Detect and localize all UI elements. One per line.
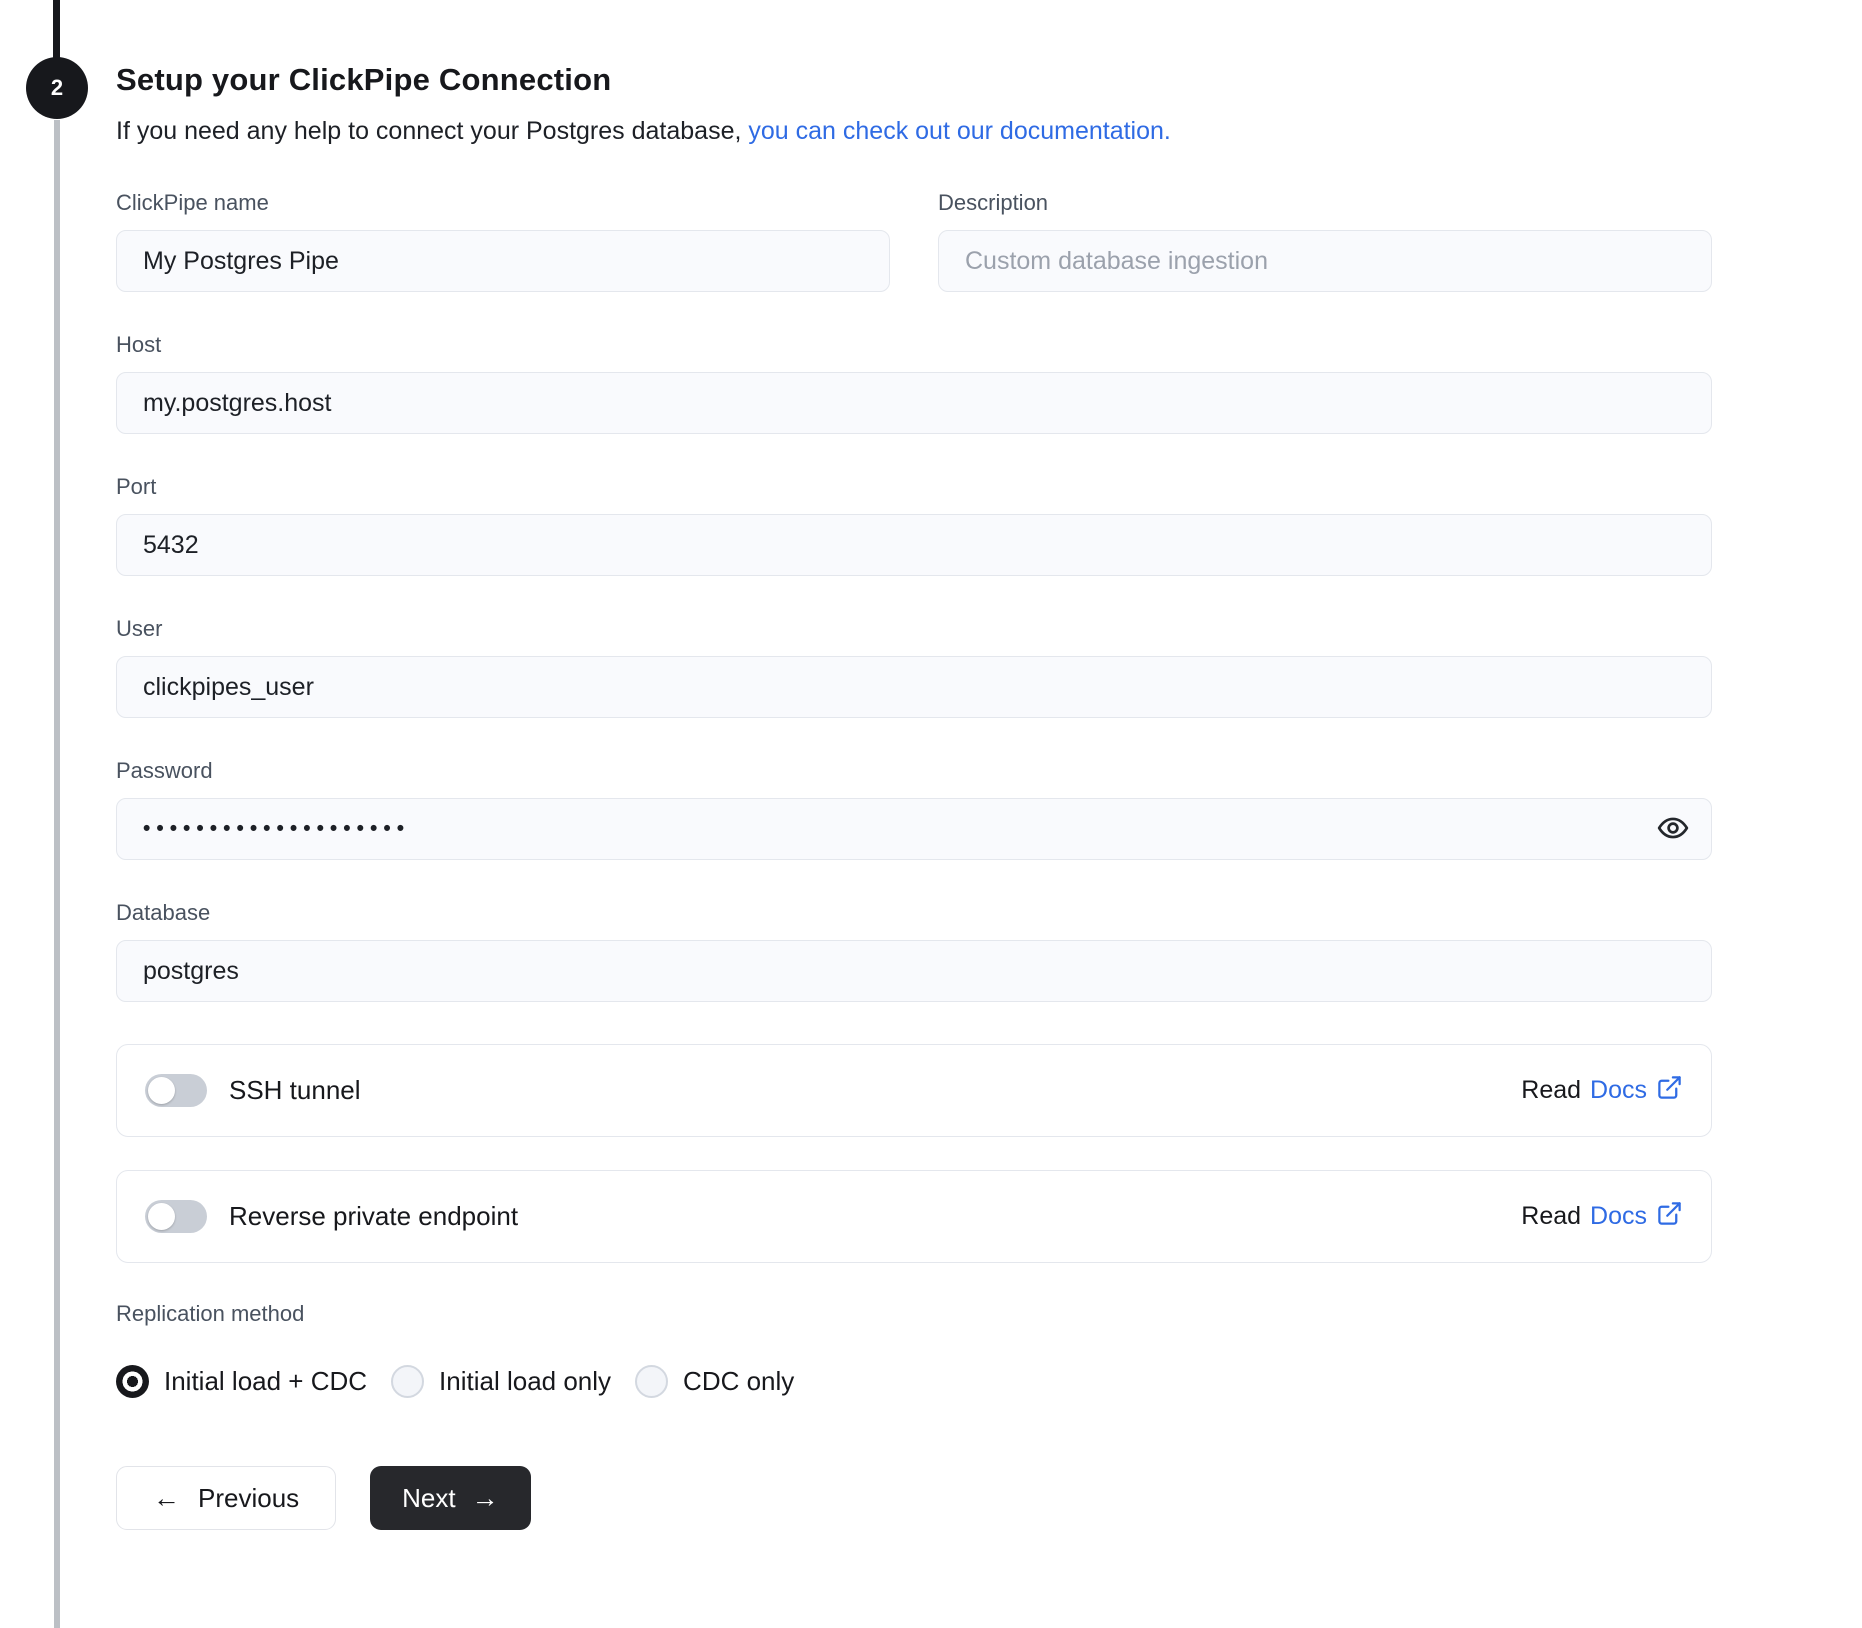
step-number: 2 xyxy=(50,75,64,100)
radio-option-label: Initial load + CDC xyxy=(164,1366,368,1396)
documentation-link[interactable]: you can check out our documentation. xyxy=(748,117,1171,145)
reverse-private-endpoint-row: Reverse private endpoint Read Docs xyxy=(116,1170,1712,1263)
step-indicator: 2 xyxy=(26,57,88,119)
description-label: Description xyxy=(938,190,1049,215)
radio-selected-icon xyxy=(116,1365,149,1398)
read-text: Read xyxy=(1521,1202,1582,1230)
radio-option-label: CDC only xyxy=(683,1366,795,1396)
ssh-docs-link[interactable]: Docs xyxy=(1590,1074,1683,1108)
reverse-endpoint-docs-link[interactable]: Docs xyxy=(1590,1200,1683,1234)
description-group: Description xyxy=(938,190,1712,292)
previous-button[interactable]: ← Previous xyxy=(116,1466,337,1530)
port-input[interactable] xyxy=(116,514,1712,576)
database-input[interactable] xyxy=(116,940,1712,1002)
reverse-endpoint-docs: Read Docs xyxy=(1521,1200,1683,1234)
step-rail-line-bottom xyxy=(54,120,60,1628)
external-link-icon xyxy=(1656,1074,1683,1108)
user-input[interactable] xyxy=(116,656,1712,718)
docs-link-text: Docs xyxy=(1590,1202,1647,1230)
host-group: Host xyxy=(116,332,1712,434)
read-text: Read xyxy=(1521,1076,1582,1104)
radio-option-cdc-only[interactable]: CDC only xyxy=(635,1365,794,1398)
setup-form-section: Setup your ClickPipe Connection If you n… xyxy=(116,0,1712,1588)
left-arrow-icon: ← xyxy=(153,1482,180,1513)
radio-option-initial-load-only[interactable]: Initial load only xyxy=(391,1365,611,1398)
password-label: Password xyxy=(116,758,213,783)
next-button[interactable]: Next → xyxy=(370,1466,531,1530)
clickpipe-name-input[interactable] xyxy=(116,230,890,292)
clickpipe-name-group: ClickPipe name xyxy=(116,190,890,292)
right-arrow-icon: → xyxy=(471,1482,499,1513)
page-title: Setup your ClickPipe Connection xyxy=(116,62,612,97)
user-label: User xyxy=(116,616,163,641)
port-label: Port xyxy=(116,474,157,499)
eye-icon xyxy=(1656,811,1690,848)
clickpipe-setup-page: 2 Setup your ClickPipe Connection If you… xyxy=(0,0,1862,1628)
radio-unselected-icon xyxy=(391,1365,425,1398)
database-group: Database xyxy=(116,900,1712,1002)
toggle-knob xyxy=(148,1077,175,1104)
host-label: Host xyxy=(116,332,162,357)
previous-button-label: Previous xyxy=(198,1482,300,1513)
description-input[interactable] xyxy=(938,230,1712,292)
replication-method-label: Replication method xyxy=(116,1301,305,1326)
help-text: If you need any help to connect your Pos… xyxy=(116,114,1712,148)
password-field-wrap xyxy=(116,798,1712,860)
password-group: Password xyxy=(116,758,1712,860)
radio-option-initial-load-cdc[interactable]: Initial load + CDC xyxy=(116,1365,367,1398)
database-label: Database xyxy=(116,900,211,925)
replication-method-options: Initial load + CDC Initial load only CDC… xyxy=(116,1365,1712,1398)
port-group: Port xyxy=(116,474,1712,576)
next-button-label: Next xyxy=(402,1482,456,1513)
step-rail-line-top xyxy=(53,0,60,58)
show-password-button[interactable] xyxy=(1654,810,1692,848)
external-link-icon xyxy=(1656,1200,1683,1234)
ssh-tunnel-label: SSH tunnel xyxy=(229,1075,361,1105)
host-input[interactable] xyxy=(116,372,1712,434)
ssh-tunnel-toggle[interactable] xyxy=(145,1074,207,1107)
toggle-knob xyxy=(148,1203,175,1230)
help-text-plain: If you need any help to connect your Pos… xyxy=(116,117,749,145)
ssh-tunnel-docs: Read Docs xyxy=(1521,1074,1683,1108)
password-input[interactable] xyxy=(116,798,1712,860)
reverse-private-endpoint-toggle[interactable] xyxy=(145,1200,207,1233)
reverse-private-endpoint-label: Reverse private endpoint xyxy=(229,1201,519,1231)
name-description-row: ClickPipe name Description xyxy=(116,190,1712,292)
ssh-tunnel-row: SSH tunnel Read Docs xyxy=(116,1044,1712,1137)
clickpipe-name-label: ClickPipe name xyxy=(116,190,269,215)
radio-option-label: Initial load only xyxy=(439,1366,612,1396)
wizard-navigation: ← Previous Next → xyxy=(116,1466,1712,1588)
docs-link-text: Docs xyxy=(1590,1076,1647,1104)
radio-unselected-icon xyxy=(635,1365,669,1398)
user-group: User xyxy=(116,616,1712,718)
